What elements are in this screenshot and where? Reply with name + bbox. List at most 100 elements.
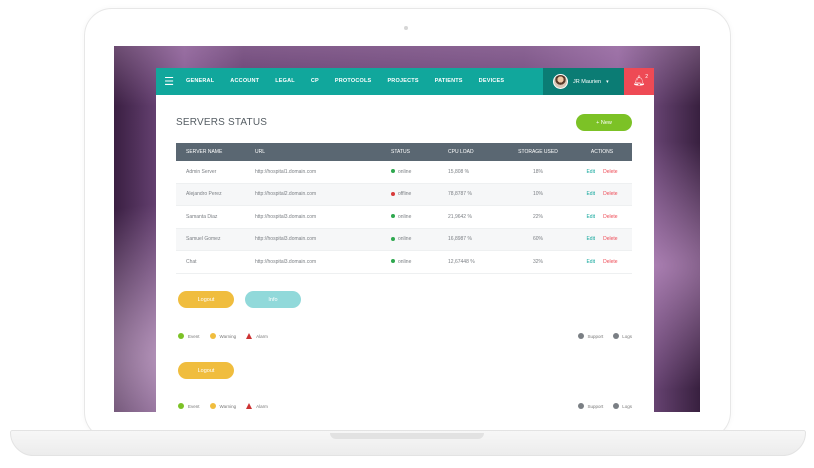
notification-button[interactable]: 🔔︎ 2 — [624, 68, 654, 95]
delete-link[interactable]: Delete — [603, 169, 617, 175]
table-row: Chat http://hospital3.domain.com online … — [176, 251, 632, 274]
table-row: Samuel Gomez http://hospital3.domain.com… — [176, 228, 632, 251]
notification-count: 2 — [645, 74, 648, 80]
cell-cpu-load: 12,67448 % — [448, 258, 475, 265]
col-header-status[interactable]: STATUS — [391, 149, 448, 155]
nav-item-legal[interactable]: LEGAL — [267, 68, 303, 95]
logs-label: Logs — [622, 333, 632, 339]
table-row: Samanta Diaz http://hospital3.domain.com… — [176, 206, 632, 229]
status-offline-icon — [391, 191, 395, 196]
cell-url[interactable]: http://hospital2.domain.com — [255, 191, 391, 197]
cell-storage-used: 32% — [532, 258, 543, 265]
nav-menu: GENERAL ACCOUNT LEGAL CP PROTOCOLS PROJE… — [182, 68, 512, 95]
col-header-url[interactable]: URL — [255, 149, 391, 155]
table-row: Admin Server http://hospital1.domain.com… — [176, 161, 632, 184]
event-icon — [178, 333, 184, 339]
cell-url[interactable]: http://hospital3.domain.com — [255, 236, 391, 242]
servers-table: SERVER NAME URL STATUS CPU LOAD STORAGE … — [176, 143, 632, 274]
status-legend: Event Warning Alarm — [178, 333, 268, 339]
hamburger-icon[interactable]: ☰ — [156, 68, 182, 95]
nav-item-projects[interactable]: PROJECTS — [379, 68, 426, 95]
cell-actions: Edit Delete — [572, 259, 632, 265]
chevron-down-icon: ▾ — [606, 78, 609, 85]
col-header-server-name[interactable]: SERVER NAME — [176, 149, 255, 155]
user-menu[interactable]: JR Maurien ▾ — [543, 68, 624, 95]
edit-link[interactable]: Edit — [586, 169, 595, 175]
edit-link[interactable]: Edit — [586, 259, 595, 265]
bell-icon: 🔔︎ — [632, 76, 646, 87]
cell-server-name: Samuel Gomez — [186, 236, 221, 243]
cell-cpu-load: 78,8787 % — [448, 191, 472, 198]
edit-link[interactable]: Edit — [586, 214, 595, 220]
nav-item-general[interactable]: GENERAL — [182, 68, 222, 95]
cell-storage-used: 22% — [532, 213, 543, 220]
cell-actions: Edit Delete — [572, 191, 632, 197]
delete-link[interactable]: Delete — [603, 236, 617, 242]
legend-warning: Warning — [209, 403, 237, 409]
cell-storage-used: 18% — [532, 168, 543, 175]
delete-link[interactable]: Delete — [603, 259, 617, 265]
nav-item-account[interactable]: ACCOUNT — [222, 68, 267, 95]
delete-link[interactable]: Delete — [603, 214, 617, 220]
cell-cpu-load: 15,808 % — [448, 168, 470, 175]
nav-item-patients[interactable]: PATIENTS — [427, 68, 471, 95]
status-text: online — [398, 258, 412, 265]
warning-icon — [209, 403, 216, 409]
alarm-icon — [246, 333, 253, 339]
logs-icon — [613, 403, 620, 409]
status-text: offline — [398, 191, 412, 198]
support-link[interactable]: Support — [578, 403, 603, 409]
status-legend-secondary: Event Warning Alarm — [178, 403, 268, 409]
page-title: SERVERS STATUS — [176, 117, 268, 128]
event-icon — [178, 403, 184, 409]
cell-url[interactable]: http://hospital3.domain.com — [255, 214, 391, 220]
nav-item-devices[interactable]: DEVICES — [471, 68, 513, 95]
table-row: Alejandro Perez http://hospital2.domain.… — [176, 183, 632, 206]
cell-status: online — [391, 259, 448, 265]
logs-link[interactable]: Logs — [613, 403, 632, 409]
user-name: JR Maurien — [573, 78, 602, 85]
col-header-cpu-load[interactable]: CPU LOAD — [448, 149, 504, 155]
logout-button[interactable]: Logout — [178, 291, 234, 308]
app-window: ☰ GENERAL ACCOUNT LEGAL CP PROTOCOLS PRO… — [156, 68, 654, 412]
camera-icon — [404, 26, 408, 30]
legend-event: Event — [178, 333, 200, 339]
new-server-button[interactable]: + New — [576, 114, 632, 131]
legend-warning: Warning — [209, 333, 237, 339]
cell-status: online — [391, 169, 448, 175]
support-link[interactable]: Support — [578, 333, 603, 339]
status-text: online — [398, 236, 412, 243]
col-header-actions: ACTIONS — [590, 149, 614, 155]
cell-server-name: Alejandro Perez — [186, 191, 222, 198]
warning-icon — [209, 333, 216, 339]
edit-link[interactable]: Edit — [586, 191, 595, 197]
cell-actions: Edit Delete — [572, 169, 632, 175]
legend-event: Event — [178, 403, 200, 409]
cell-url[interactable]: http://hospital3.domain.com — [255, 259, 391, 265]
status-online-icon — [391, 169, 395, 174]
cell-storage-used: 10% — [532, 191, 543, 198]
legend-event-label: Event — [188, 403, 200, 409]
cell-url[interactable]: http://hospital1.domain.com — [255, 169, 391, 175]
logs-link[interactable]: Logs — [613, 333, 632, 339]
cell-actions: Edit Delete — [572, 236, 632, 242]
logout-button-secondary[interactable]: Logout — [178, 362, 234, 379]
cell-server-name: Chat — [186, 258, 197, 265]
table-body: Admin Server http://hospital1.domain.com… — [176, 161, 632, 274]
legend-alarm-label: Alarm — [256, 333, 268, 339]
info-button[interactable]: Info — [245, 291, 301, 308]
col-header-storage-used[interactable]: STORAGE USED — [504, 149, 572, 155]
cell-cpu-load: 21,9642 % — [448, 213, 472, 220]
logs-icon — [613, 333, 620, 339]
nav-item-cp[interactable]: CP — [303, 68, 327, 95]
nav-item-protocols[interactable]: PROTOCOLS — [327, 68, 380, 95]
status-online-icon — [391, 214, 395, 219]
top-navbar: ☰ GENERAL ACCOUNT LEGAL CP PROTOCOLS PRO… — [156, 68, 654, 95]
edit-link[interactable]: Edit — [586, 236, 595, 242]
legend-warning-label: Warning — [219, 403, 237, 409]
status-text: online — [398, 168, 412, 175]
status-text: online — [398, 213, 412, 220]
legend-alarm-label: Alarm — [256, 403, 268, 409]
delete-link[interactable]: Delete — [603, 191, 617, 197]
legend-warning-label: Warning — [219, 333, 237, 339]
